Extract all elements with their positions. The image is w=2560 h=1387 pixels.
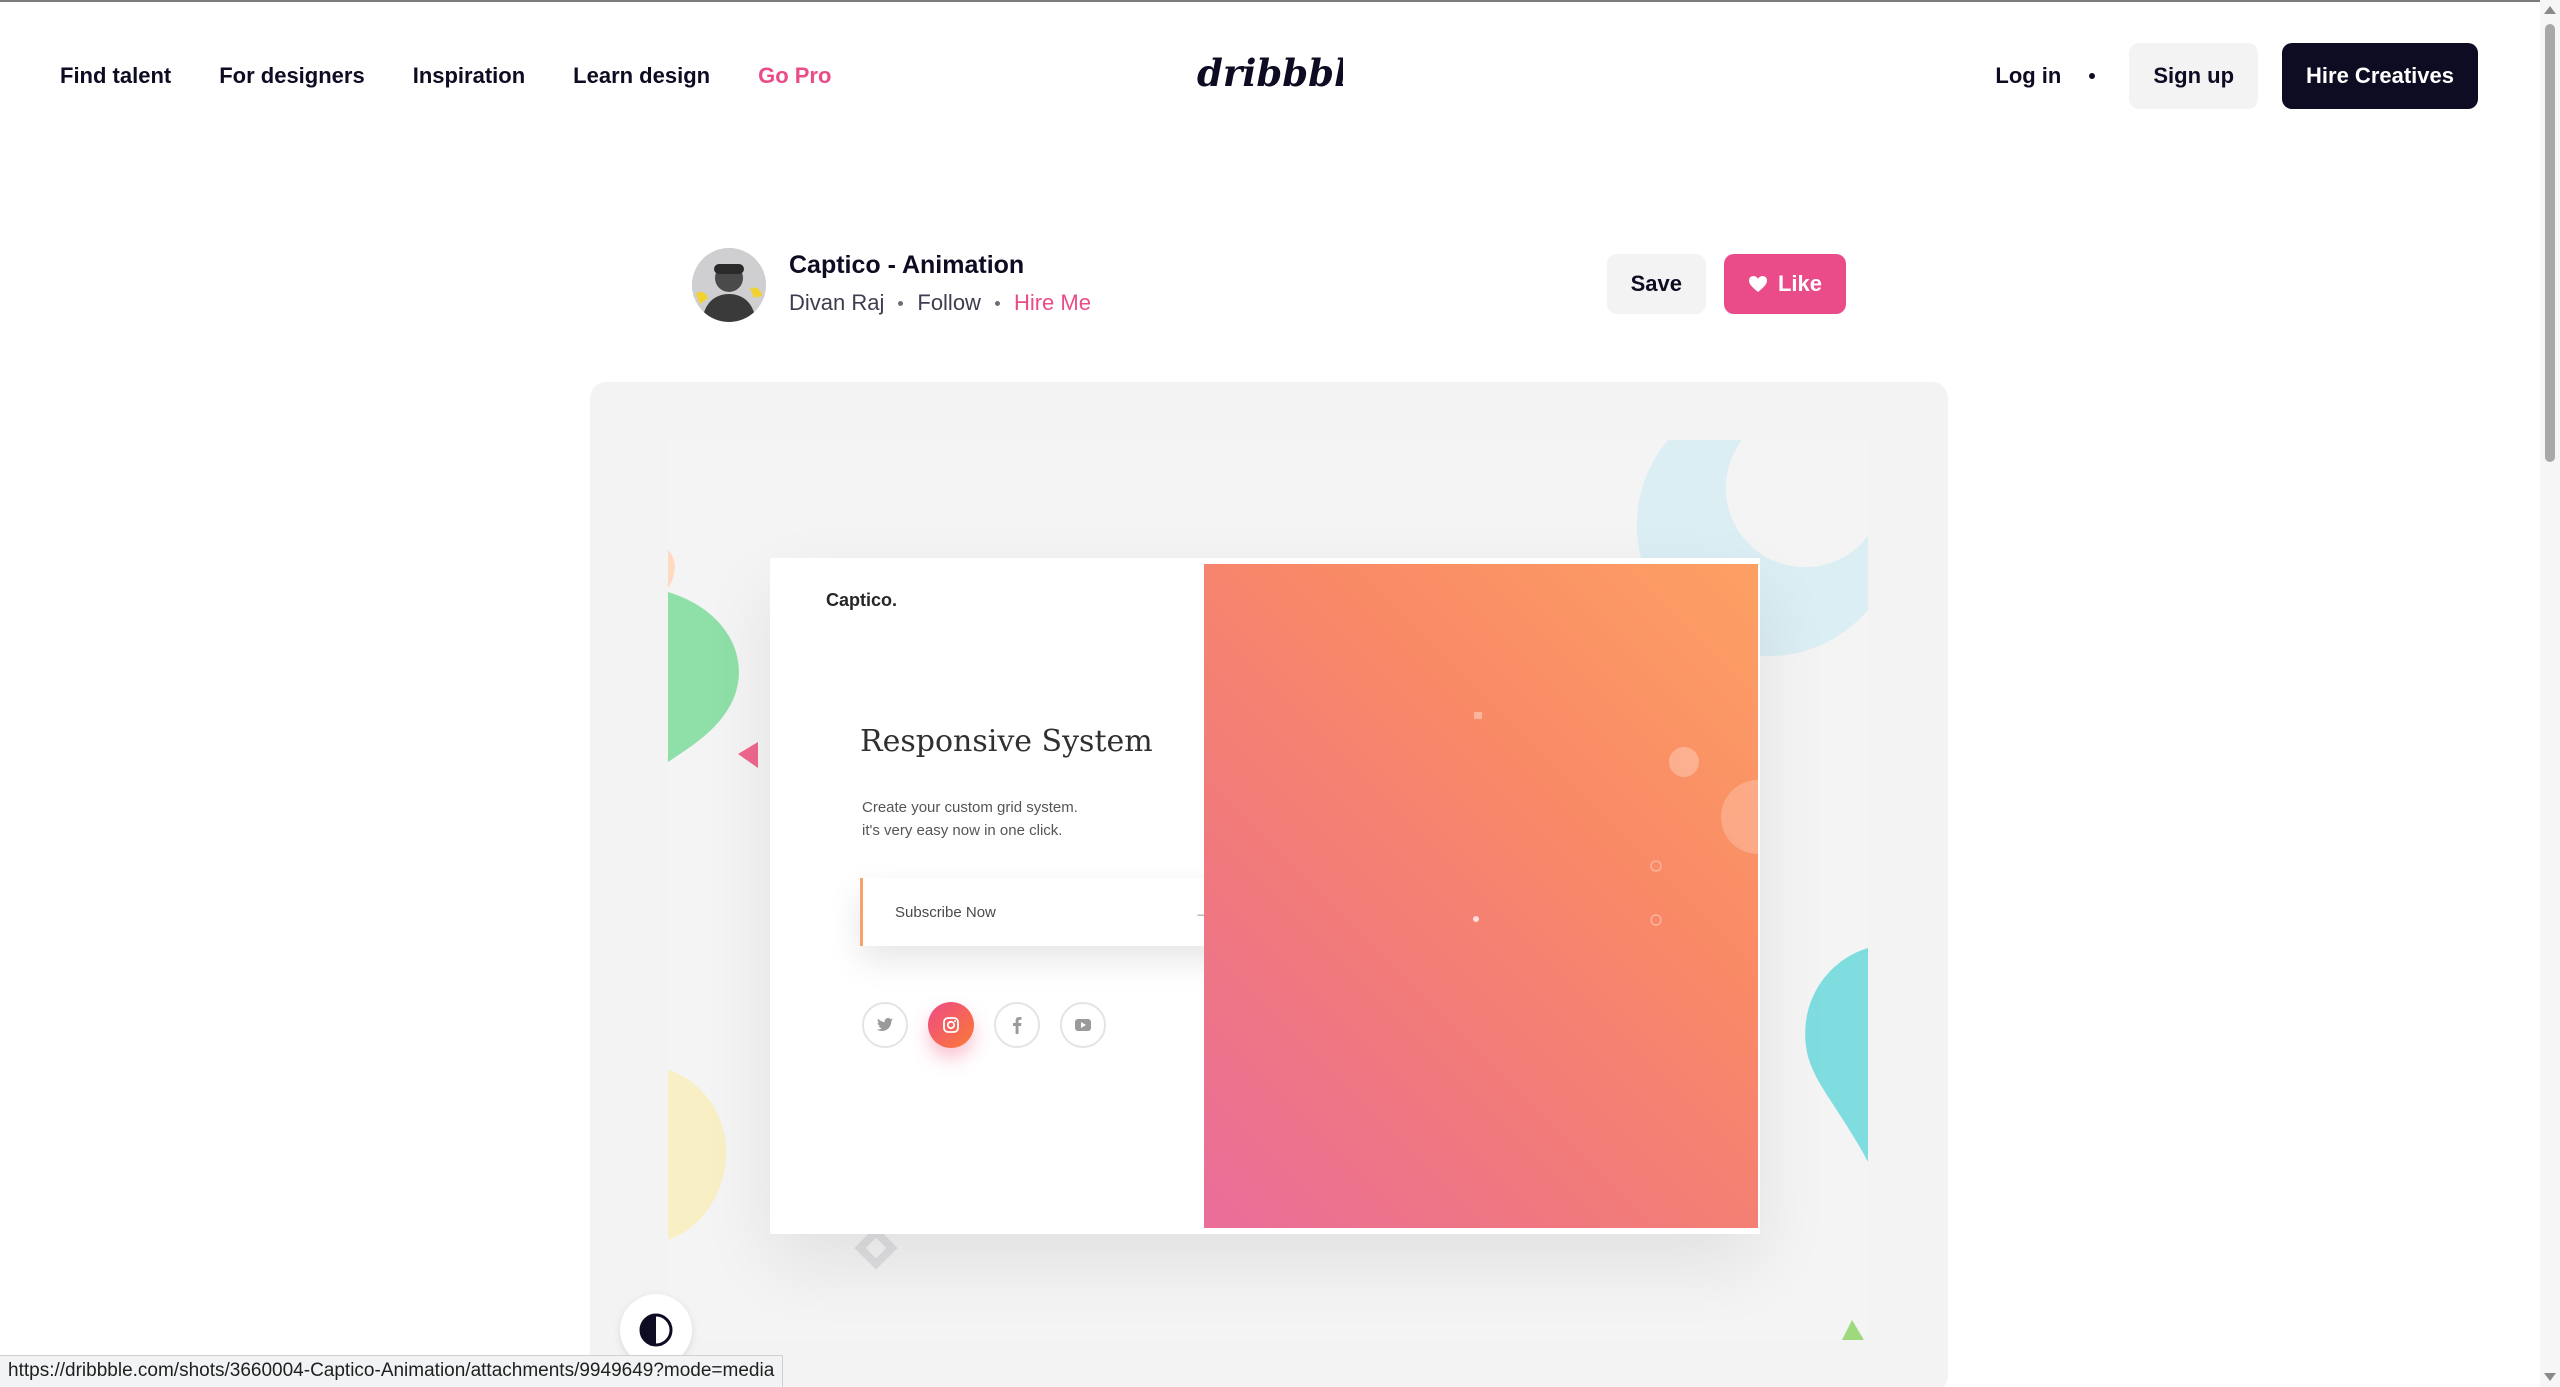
nav-for-designers[interactable]: For designers (219, 63, 364, 89)
preview-brand: Captico. (826, 590, 898, 610)
scroll-down-arrow-icon[interactable] (2544, 1373, 2556, 1381)
scroll-up-arrow-icon[interactable] (2544, 6, 2556, 14)
shot-actions: Save Like (1606, 254, 1846, 314)
subscribe-label: Subscribe Now (895, 903, 996, 921)
shot-header: Captico - Animation Divan Raj Follow Hir… (692, 248, 1846, 322)
meta-separator-dot (898, 300, 904, 306)
nav-inspiration[interactable]: Inspiration (413, 63, 525, 89)
preview-heading: Responsive System (860, 724, 1153, 759)
dribbble-logo[interactable]: dribbble (1195, 46, 1343, 106)
heart-icon (1748, 276, 1767, 292)
top-navigation: Find talent For designers Inspiration Le… (0, 2, 2540, 150)
nav-account-area: Log in Sign up Hire Creatives (1995, 2, 2478, 150)
facebook-icon (994, 1002, 1040, 1048)
nav-go-pro[interactable]: Go Pro (758, 63, 831, 89)
preview-text-line-2: it's very easy now in one click. (862, 822, 1063, 839)
nav-find-talent[interactable]: Find talent (60, 63, 171, 89)
author-avatar[interactable] (692, 248, 766, 322)
nav-separator-dot (2089, 73, 2096, 79)
preview-description: Create your custom grid system. it's ver… (862, 796, 1162, 842)
preview-text-line-1: Create your custom grid system. (862, 799, 1078, 816)
preview-gradient-panel (1204, 564, 1758, 1228)
save-button[interactable]: Save (1606, 254, 1706, 314)
signup-button[interactable]: Sign up (2129, 43, 2259, 109)
shot-image: Captico. Responsive System Create your c… (668, 440, 1868, 1340)
youtube-icon (1060, 1002, 1106, 1048)
like-label: Like (1777, 271, 1822, 296)
like-button[interactable]: Like (1723, 254, 1846, 314)
instagram-icon (928, 1002, 974, 1048)
gradient-decorations (1473, 712, 1758, 926)
page-scrollbar[interactable] (2540, 0, 2560, 1387)
shot-title: Captico - Animation (789, 251, 1025, 279)
follow-link[interactable]: Follow (917, 290, 981, 316)
scroll-thumb[interactable] (2545, 24, 2555, 462)
meta-separator-dot (994, 300, 1000, 306)
hire-me-link[interactable]: Hire Me (1014, 290, 1091, 316)
logo-wordmark: dribbble (1197, 51, 1343, 95)
nav-learn-design[interactable]: Learn design (573, 63, 710, 89)
shot-media[interactable]: Captico. Responsive System Create your c… (590, 382, 1948, 1387)
browser-status-url: https://dribbble.com/shots/3660004-Capti… (0, 1355, 784, 1387)
preview-social-icons (862, 1002, 1106, 1048)
nav-links: Find talent For designers Inspiration Le… (60, 2, 831, 150)
hire-creatives-button[interactable]: Hire Creatives (2282, 43, 2478, 109)
twitter-icon (862, 1002, 908, 1048)
subscribe-field: Subscribe Now → (860, 878, 1238, 946)
avatar-portrait-icon (692, 248, 766, 322)
contrast-icon (639, 1313, 673, 1347)
login-link[interactable]: Log in (1995, 63, 2061, 89)
author-name-link[interactable]: Divan Raj (789, 290, 884, 316)
shot-meta: Divan Raj Follow Hire Me (789, 290, 1091, 316)
preview-card: Captico. Responsive System Create your c… (770, 558, 1760, 1234)
